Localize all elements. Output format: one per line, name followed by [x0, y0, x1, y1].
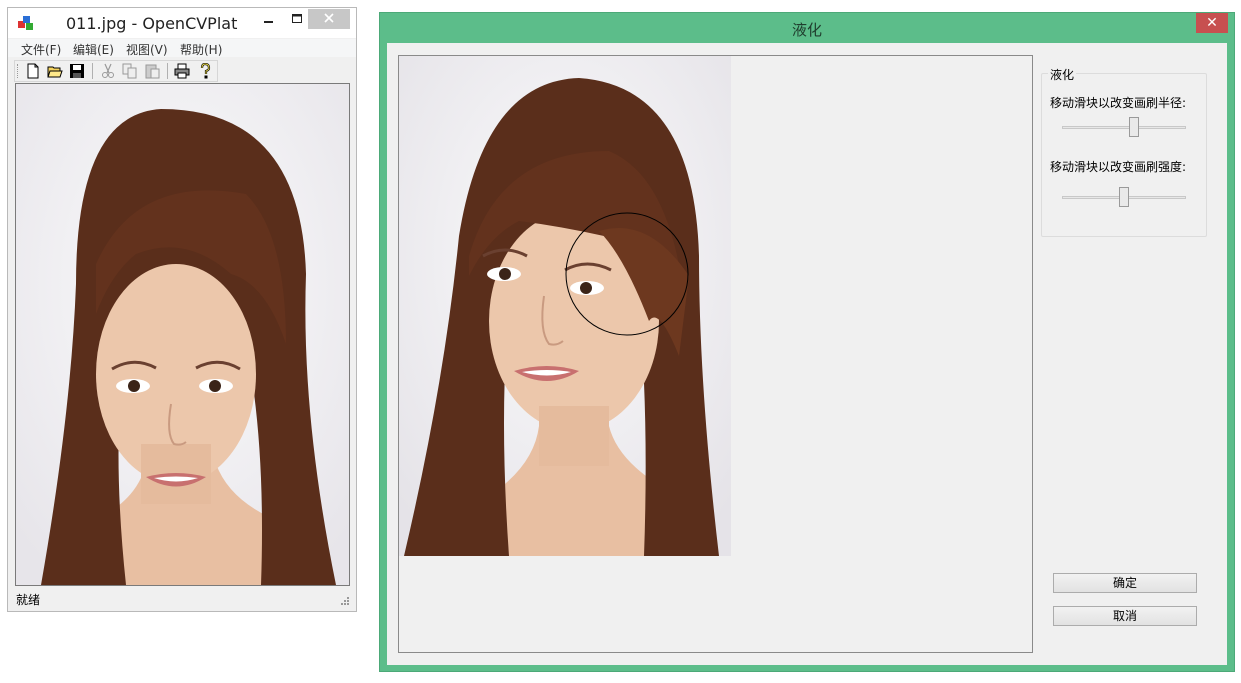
new-icon[interactable]	[25, 63, 41, 79]
portrait-image	[399, 56, 731, 556]
paste-icon[interactable]	[144, 63, 160, 79]
liquify-canvas[interactable]	[398, 55, 1033, 653]
brush-radius-slider[interactable]	[1062, 117, 1186, 137]
resize-grip-icon[interactable]	[340, 596, 350, 606]
dialog-close-button[interactable]: ✕	[1196, 13, 1228, 33]
menu-bar: 文件(F) 编辑(E) 视图(V) 帮助(H)	[8, 39, 356, 57]
portrait-image	[16, 84, 349, 585]
open-icon[interactable]	[47, 63, 63, 79]
cut-icon[interactable]	[100, 63, 116, 79]
brush-radius-label: 移动滑块以改变画刷半径:	[1050, 96, 1187, 110]
canvas-image[interactable]	[399, 56, 731, 556]
toolbar-separator	[167, 63, 168, 79]
image-view[interactable]	[15, 83, 350, 586]
help-icon[interactable]	[197, 63, 213, 79]
menu-view[interactable]: 视图(V)	[126, 41, 168, 58]
toolbar-grip[interactable]	[17, 64, 21, 78]
close-icon: ✕	[1206, 15, 1218, 31]
print-icon[interactable]	[174, 63, 190, 79]
brush-strength-label: 移动滑块以改变画刷强度:	[1050, 160, 1187, 174]
dialog-title: 液化	[791, 21, 822, 39]
minimize-button[interactable]	[258, 10, 280, 30]
liquify-dialog: 液化 ✕ 液化 移动滑块以改变画刷半径: 移动滑块以改变画刷强度: 确定 取消	[379, 12, 1235, 672]
dialog-client-area: 液化 移动滑块以改变画刷半径: 移动滑块以改变画刷强度: 确定 取消	[387, 43, 1227, 665]
brush-strength-thumb[interactable]	[1119, 187, 1129, 207]
group-label: 液化	[1048, 66, 1077, 83]
main-window: 011.jpg - OpenCVPlat 文件(F) 编辑(E) 视图(V) 帮…	[7, 7, 357, 612]
cancel-button[interactable]: 取消	[1053, 606, 1197, 626]
brush-radius-thumb[interactable]	[1128, 117, 1139, 137]
menu-edit[interactable]: 编辑(E)	[73, 41, 114, 58]
app-icon	[18, 16, 33, 30]
minimize-icon	[264, 21, 273, 23]
main-title-bar[interactable]: 011.jpg - OpenCVPlat	[8, 8, 356, 38]
toolbar-separator	[92, 63, 93, 79]
close-button[interactable]	[308, 9, 350, 29]
ok-button[interactable]: 确定	[1053, 573, 1197, 593]
brush-strength-slider[interactable]	[1062, 187, 1186, 207]
menu-file[interactable]: 文件(F)	[21, 41, 61, 58]
toolbar	[14, 60, 218, 82]
status-text: 就绪	[16, 593, 41, 607]
copy-icon[interactable]	[122, 63, 138, 79]
menu-help[interactable]: 帮助(H)	[180, 41, 222, 58]
status-bar: 就绪	[8, 588, 356, 610]
maximize-button[interactable]	[286, 10, 308, 30]
save-icon[interactable]	[69, 63, 85, 79]
maximize-icon	[292, 14, 302, 23]
close-icon	[324, 13, 334, 23]
main-window-title: 011.jpg - OpenCVPlat	[66, 14, 238, 33]
liquify-group: 液化 移动滑块以改变画刷半径: 移动滑块以改变画刷强度:	[1041, 66, 1207, 237]
